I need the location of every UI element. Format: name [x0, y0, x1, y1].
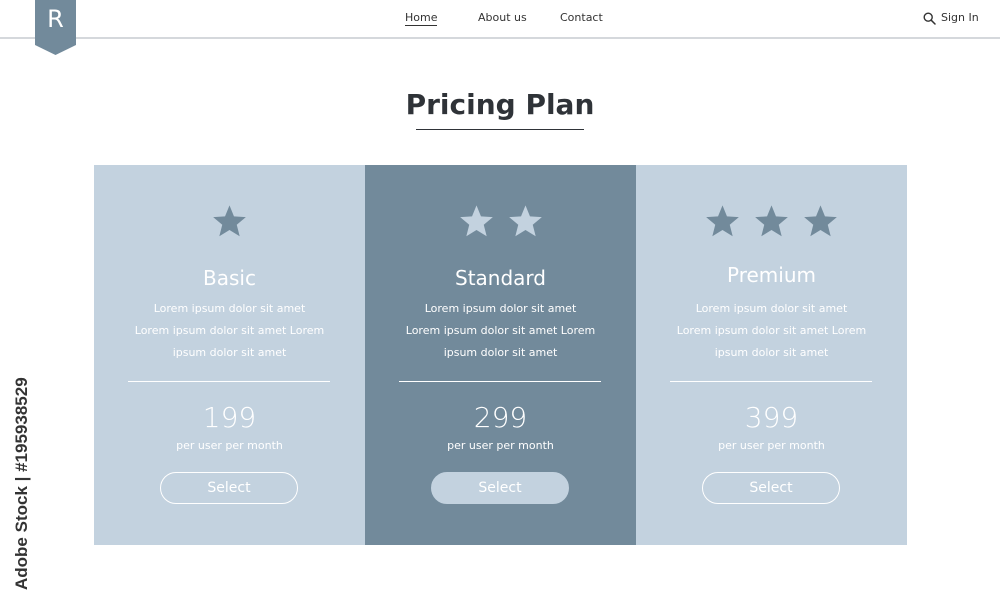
- plan-price: 299: [473, 401, 528, 434]
- price-period: per user per month: [447, 439, 554, 452]
- description-line: Lorem ipsum dolor sit amet: [424, 302, 577, 315]
- star-icon: [213, 205, 246, 237]
- title-underline: [416, 129, 584, 130]
- divider: [128, 381, 330, 382]
- top-navigation-bar: R Home About us Contact Sign In: [0, 0, 1000, 55]
- search-icon[interactable]: [923, 12, 936, 25]
- description-line: ipsum dolor sit amet: [172, 346, 287, 359]
- description-line: Lorem ipsum dolor sit amet: [695, 302, 848, 315]
- description-line: ipsum dolor sit amet: [714, 346, 829, 359]
- plan-price: 199: [202, 401, 257, 434]
- star-icon: [508, 205, 542, 237]
- star-icon: [804, 205, 837, 237]
- logo-letter: R: [47, 5, 64, 33]
- price-period: per user per month: [718, 439, 825, 452]
- stock-credit: Adobe Stock | #195938529: [12, 377, 31, 590]
- star-rating: [94, 203, 365, 240]
- divider: [670, 381, 872, 382]
- plan-description: Lorem ipsum dolor sit amet Lorem ipsum d…: [124, 298, 335, 364]
- plan-price: 399: [744, 401, 799, 434]
- nav-home[interactable]: Home: [405, 11, 438, 26]
- select-basic-button[interactable]: Select: [160, 472, 298, 504]
- star-icon: [706, 205, 739, 237]
- description-line: Lorem ipsum dolor sit amet Lorem: [676, 324, 867, 337]
- logo[interactable]: R: [35, 0, 76, 55]
- plan-name: Premium: [727, 263, 816, 287]
- select-standard-button[interactable]: Select: [431, 472, 569, 504]
- divider: [399, 381, 601, 382]
- plan-name: Standard: [455, 266, 546, 290]
- description-line: ipsum dolor sit amet: [443, 346, 558, 359]
- pricing-card-premium: Premium Lorem ipsum dolor sit amet Lorem…: [636, 165, 907, 545]
- price-period: per user per month: [176, 439, 283, 452]
- nav-about[interactable]: About us: [478, 11, 527, 24]
- sign-in-link[interactable]: Sign In: [941, 11, 979, 24]
- description-line: Lorem ipsum dolor sit amet Lorem: [405, 324, 596, 337]
- star-rating: [365, 203, 636, 240]
- pricing-card-standard: Standard Lorem ipsum dolor sit amet Lore…: [365, 165, 636, 545]
- description-line: Lorem ipsum dolor sit amet Lorem: [134, 324, 325, 337]
- star-icon: [459, 205, 493, 237]
- page-title: Pricing Plan: [405, 88, 595, 121]
- pricing-card-basic: Basic Lorem ipsum dolor sit amet Lorem i…: [94, 165, 365, 545]
- nav-contact[interactable]: Contact: [560, 11, 603, 24]
- star-icon: [755, 205, 788, 237]
- plan-name: Basic: [203, 266, 256, 290]
- star-rating: [636, 203, 907, 240]
- description-line: Lorem ipsum dolor sit amet: [153, 302, 306, 315]
- select-premium-button[interactable]: Select: [702, 472, 840, 504]
- plan-description: Lorem ipsum dolor sit amet Lorem ipsum d…: [395, 298, 606, 364]
- plan-description: Lorem ipsum dolor sit amet Lorem ipsum d…: [666, 298, 877, 364]
